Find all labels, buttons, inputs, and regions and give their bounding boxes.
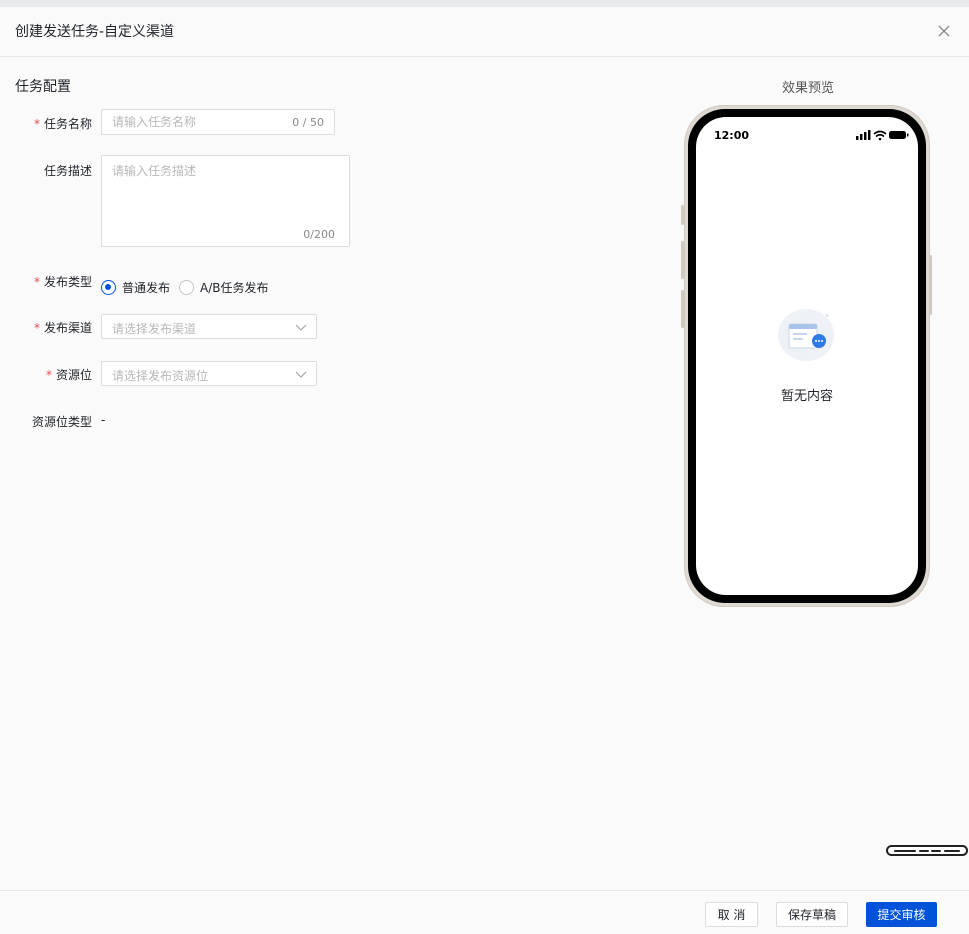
dialog-title: 创建发送任务-自定义渠道: [15, 24, 175, 40]
create-task-dialog: 创建发送任务-自定义渠道 任务配置 *任务名称 0 / 50 任务描述 0/20…: [0, 6, 969, 934]
publish-channel-select[interactable]: 请选择发布渠道: [101, 314, 317, 339]
empty-content-text: 暂无内容: [780, 389, 833, 404]
resource-slot-select[interactable]: 请选择发布资源位: [101, 361, 317, 386]
publish-channel-label: * 发布渠道: [33, 321, 92, 335]
phone-screen: 12:00 暂无内容: [696, 117, 918, 595]
floating-handle[interactable]: [886, 845, 968, 856]
save-draft-button[interactable]: 保存草稿: [776, 902, 848, 927]
resource-slot-label: * 资源位: [45, 368, 92, 382]
dialog-header: 创建发送任务-自定义渠道: [0, 7, 969, 57]
task-name-input[interactable]: [112, 115, 282, 129]
radio-ab-publish[interactable]: A/B任务发布: [179, 279, 269, 295]
resource-slot-placeholder: 请选择发布资源位: [112, 369, 209, 383]
radio-normal-publish[interactable]: 普通发布: [101, 279, 170, 295]
publish-channel-placeholder: 请选择发布渠道: [112, 322, 197, 336]
submit-review-button[interactable]: 提交审核: [866, 902, 937, 927]
task-desc-textarea[interactable]: [112, 162, 340, 222]
section-title: 任务配置: [15, 79, 71, 95]
task-name-label: * 任务名称: [33, 117, 92, 131]
chevron-down-icon: [295, 324, 307, 331]
chevron-down-icon: [295, 371, 307, 378]
handle-bar: [943, 849, 960, 852]
empty-content-icon: [778, 309, 834, 361]
preview-title: 效果预览: [782, 81, 835, 96]
task-name-input-box[interactable]: 0 / 50: [101, 109, 335, 135]
dialog-footer: 取 消 保存草稿 提交审核: [0, 890, 969, 934]
close-icon[interactable]: [934, 21, 954, 41]
status-time: 12:00: [714, 129, 750, 142]
task-desc-counter: 0/200: [303, 228, 335, 241]
cancel-button[interactable]: 取 消: [705, 902, 758, 927]
task-desc-textarea-box[interactable]: 0/200: [101, 155, 350, 247]
task-desc-label: 任务描述: [43, 164, 92, 178]
radio-unchecked-icon[interactable]: [179, 279, 194, 295]
status-bar-icons: [856, 130, 909, 141]
radio-checked-icon[interactable]: [101, 279, 116, 295]
resource-type-label: 资源位类型: [31, 415, 92, 429]
resource-type-value: -: [101, 413, 106, 427]
publish-type-label: * 发布类型: [33, 275, 92, 289]
phone-bezel: 12:00 暂无内容: [688, 109, 926, 603]
task-name-counter: 0 / 50: [292, 116, 324, 129]
handle-bar: [894, 849, 917, 852]
phone-frame: 12:00 暂无内容: [684, 105, 930, 607]
handle-bar: [931, 849, 942, 852]
handle-bar: [918, 849, 929, 852]
